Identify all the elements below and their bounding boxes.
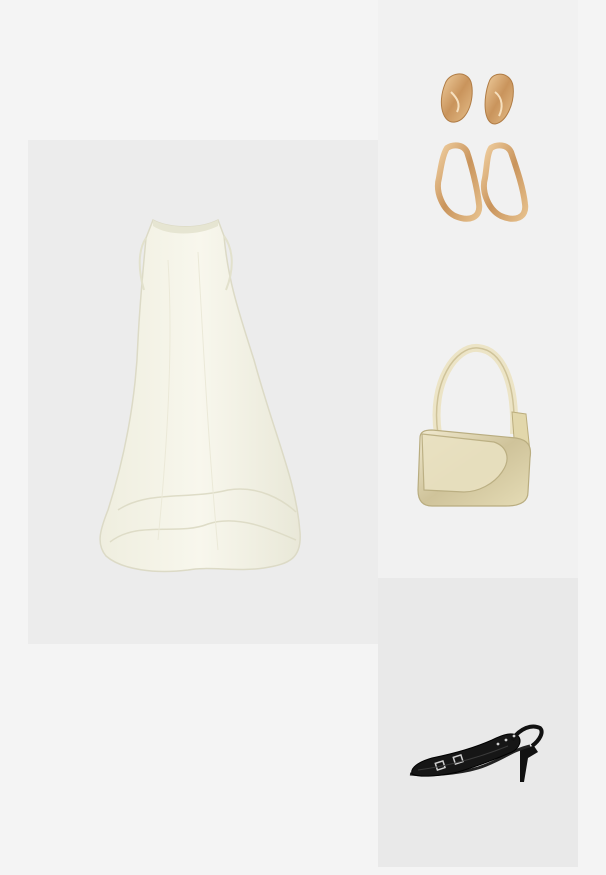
slingback-shoe-icon[interactable] — [408, 718, 548, 788]
handbag-icon[interactable] — [416, 342, 546, 512]
dress-product-card[interactable] — [28, 140, 378, 644]
shoes-product-card[interactable] — [378, 578, 578, 867]
dress-icon[interactable] — [28, 140, 378, 644]
earrings-icon[interactable] — [433, 68, 533, 228]
accessories-card — [378, 0, 578, 578]
